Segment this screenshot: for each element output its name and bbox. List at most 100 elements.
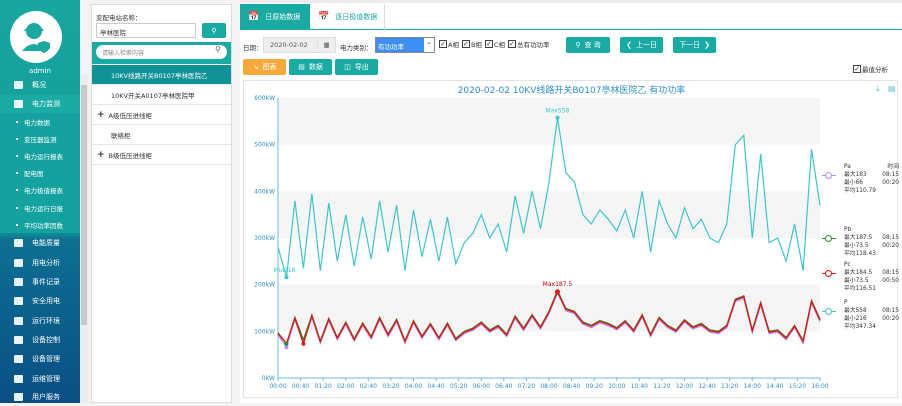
sidebar-item-2[interactable]: 电能质量 [0,234,80,252]
date-label: 日期： [243,44,263,52]
station-input[interactable]: 亭林医院 [96,23,196,38]
prev-day-button[interactable]: ❮ 上一日 [620,37,663,53]
max-label-Pc: Max187.5 [543,281,573,288]
sidebar-item-7[interactable]: 设备控制 [0,331,80,349]
x-tick-label: 00:00 [269,383,286,390]
y-tick-label: 300kW [254,235,275,242]
power-line-chart: 0kW 100kW 200kW 300kW 400kW 500kW 600kW 00:00 00… [254,95,829,390]
tab-daily-extreme[interactable]: 📅 逐日极值数据 [310,4,385,30]
calendar-icon[interactable]: ▦ [317,41,335,49]
x-tick-label: 07:20 [518,383,535,390]
x-tick-label: 04:00 [405,383,422,390]
x-tick-label: 06:40 [495,383,512,390]
x-tick-label: 08:40 [563,383,580,390]
alarm-icon [14,297,23,305]
x-tick-label: 10:00 [608,383,625,390]
x-tick-label: 15:20 [789,383,806,390]
sidebar-subitem-5[interactable]: 电力运行日报 [0,199,80,216]
phase-checkbox-2[interactable]: ✓ C相 [484,39,505,49]
query-button[interactable]: ⚲ 查 询 [566,37,610,53]
x-tick-label: 08:00 [540,383,557,390]
record-icon [14,278,23,286]
y-tick-label: 0kW [262,375,275,382]
tab-daily-raw[interactable]: 📅 日原始数据 [240,4,310,30]
calendar-icon: 📅 [318,12,330,22]
sidebar-item-4[interactable]: 事件记录 [0,273,80,291]
y-tick-label: 100kW [254,328,275,335]
x-tick-label: 12:00 [676,383,693,390]
sidebar-subitem-3[interactable]: 配电图 [0,164,80,182]
sidebar-scroll-thumb[interactable] [81,85,87,325]
max-point-P [555,115,560,120]
tree-item[interactable]: 联络柜 [92,125,231,145]
sidebar-subitem-4[interactable]: 电力极值报表 [0,181,80,199]
sidebar-item-10[interactable]: 用户服务 [0,388,80,406]
sidebar-item-0[interactable]: 概况 [0,76,80,94]
x-tick-label: 16:00 [811,383,828,390]
sidebar-item-6[interactable]: 运行环境 [0,312,80,330]
legend-item-P[interactable]: P 最大558 08:15 最小216 00:20 平均347.34 [822,299,899,331]
date-input[interactable]: 2020-02-02 ▦ [263,37,336,53]
camera-icon [14,317,23,325]
legend-marker-icon [822,172,836,179]
sidebar-item-1[interactable]: 电力监测 [0,95,80,113]
next-day-button[interactable]: 下一日 ❯ [673,37,716,53]
x-tick-label: 14:40 [766,383,783,390]
calendar-icon: 📅 [248,12,260,22]
tree-item[interactable]: 10KV开关A0107亭林医院甲 [92,85,231,105]
sidebar-subitem-6[interactable]: 平均功率因数 [0,216,80,234]
phase-checkbox-0[interactable]: ✓ A相 [439,39,459,49]
tree-item[interactable]: 10KV线路开关B0107亭林医院乙 [92,65,231,85]
x-tick-label: 12:40 [698,383,715,390]
extreme-analysis-checkbox[interactable]: ✓ 最值分析 [853,64,888,74]
phase-checkbox-3[interactable]: ✓ 总有功功率 [507,39,549,49]
bar-chart-icon [14,259,23,267]
y-tick-label: 600kW [254,95,275,102]
expand-icon[interactable]: + [97,150,105,160]
tree-item[interactable]: + A级低压进线柜 [92,105,231,125]
expand-icon[interactable]: + [97,110,105,120]
station-tree-panel: 变配电站名称： 亭林医院 ⚲ 请输入检索内容 ⚲ 10KV线路开关B0107亭林… [91,4,232,403]
data-view-button[interactable]: ▤ 数据 [289,59,332,75]
sidebar-subitem-2[interactable]: 电力运行报表 [0,147,80,165]
chart-container: 2020-02-02 10KV线路开关B0107亭林医院乙 有功功率 ⤓ ▤ 0… [243,80,899,398]
x-tick-label: 06:00 [473,383,490,390]
edit-icon [14,393,23,401]
min-point-P [284,275,289,280]
legend-item-Pb[interactable]: Pb 最大187.5 08:15 最小73.5 00:20 平均118.43 [822,226,899,258]
station-label: 变配电站名称： [96,14,142,22]
tree-search-input[interactable]: 请输入检索内容 [96,45,227,59]
power-type-select[interactable]: 有功功率 ⌄ [375,37,435,53]
min-point-Pb [284,341,289,346]
legend-item-Pc[interactable]: Pc 最大184.5 08:15 最小73.5 00:50 平均116.51 [822,261,899,293]
control-icon [14,336,23,344]
legend-item-Pa[interactable]: Pa 时间 最大183 08:15 最小66 00:20 平均110.79 [822,163,899,195]
x-tick-label: 02:40 [360,383,377,390]
chevron-right-icon: ❯ [704,41,710,49]
min-label-P: Min216 [273,267,295,274]
grid-band [278,284,820,332]
sidebar-subitem-0[interactable]: 电力数据 [0,113,80,130]
type-label: 电力类别： [340,44,373,52]
avatar[interactable] [10,11,62,63]
chart-view-button[interactable]: ↘ 图表 [243,59,286,75]
legend-marker-icon [822,308,836,315]
legend-marker-icon [822,270,836,277]
min-point-Pc [301,341,306,346]
sidebar-subitem-1[interactable]: 变压器监测 [0,130,80,148]
export-button[interactable]: ◫ 导出 [335,59,378,75]
sidebar-item-5[interactable]: 安全用电 [0,292,80,310]
power-icon [14,100,23,108]
monitor-icon [14,81,23,89]
chevron-left-icon: ❮ [626,41,632,49]
sidebar-item-9[interactable]: 运维管理 [0,370,80,388]
y-tick-label: 400kW [254,188,275,195]
grid-band [278,191,820,238]
sidebar-item-8[interactable]: 设备管理 [0,350,80,368]
phase-checkbox-1[interactable]: ✓ B相 [461,39,482,49]
tree-item[interactable]: + B级低压进线柜 [92,145,231,165]
sidebar-item-3[interactable]: 用电分析 [0,254,80,272]
legend-marker-icon [822,235,836,242]
search-icon: ⚲ [215,45,221,54]
station-search-button[interactable]: ⚲ [202,23,226,38]
